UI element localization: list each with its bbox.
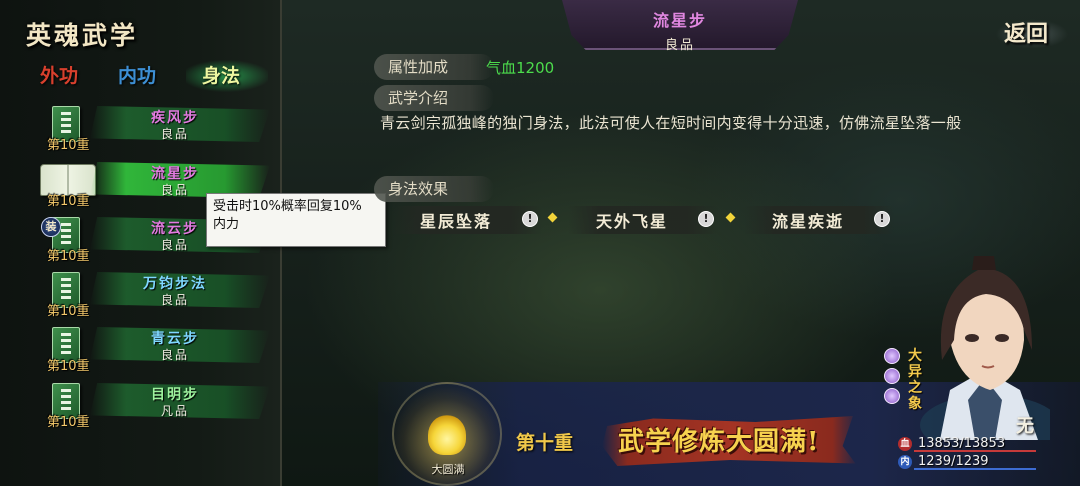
tab-neigong[interactable]: 内功: [118, 60, 156, 92]
skill-detail-title: 流星步: [652, 11, 707, 30]
skill-level: 第10重: [47, 138, 90, 153]
flame-icon: [428, 415, 466, 455]
effect-name: 星辰坠落: [419, 212, 492, 231]
skill-item-qingyunbu[interactable]: 第10重 青云步 良品: [40, 325, 270, 375]
tooltip-line-2: 内力: [213, 217, 240, 232]
effect-name: 流星疾逝: [771, 212, 844, 231]
tooltip-line-1: 受击时10%概率回复10%: [213, 199, 362, 214]
mp-bar: [914, 468, 1036, 470]
skill-item-jifengbu[interactable]: 第10重 疾风步 良品: [40, 104, 270, 154]
skill-level: 第10重: [47, 359, 90, 374]
skill-grade: 良品: [160, 293, 189, 307]
hp-icon: 血: [898, 437, 912, 451]
skill-name: 青云步: [151, 331, 199, 347]
tier-text: 第十重: [516, 432, 574, 454]
attr-section-label: 属性加成: [374, 54, 494, 80]
attr-value: 气血1200: [486, 59, 555, 77]
skill-name: 万钧步法: [143, 276, 207, 292]
skill-name: 疾风步: [151, 110, 199, 126]
tab-waigong[interactable]: 外功: [40, 60, 78, 92]
skill-name: 流星步: [151, 166, 199, 182]
buff-icon[interactable]: [884, 388, 900, 404]
skill-tabs: 外功 内功 身法: [18, 60, 268, 92]
skill-level: 第10重: [47, 304, 90, 319]
skill-grade: 良品: [160, 348, 189, 362]
info-icon[interactable]: !: [522, 211, 538, 227]
skill-name: 目明步: [151, 387, 199, 403]
effect-name: 天外飞星: [595, 212, 668, 231]
intro-section-label: 武学介绍: [374, 85, 494, 111]
info-icon[interactable]: !: [874, 211, 890, 227]
effect-liuxingjishi[interactable]: 流星疾逝 !: [744, 206, 894, 234]
mp-icon: 内: [898, 455, 912, 469]
mastery-complete-text: 武学修炼大圆满!: [618, 427, 820, 457]
effect-xingchenzhuiluo[interactable]: 星辰坠落 !: [392, 206, 542, 234]
character-name: 无: [1016, 416, 1034, 437]
tab-shenfa[interactable]: 身法: [186, 60, 268, 92]
info-icon[interactable]: !: [698, 211, 714, 227]
skill-level: 第10重: [47, 194, 90, 209]
buff-icon[interactable]: [884, 348, 900, 364]
skill-grade: 凡品: [160, 404, 189, 418]
skill-level: 第10重: [47, 415, 90, 430]
panel-title: 英魂武学: [26, 21, 139, 50]
skill-item-wanjunbufa[interactable]: 第10重 万钧步法 良品: [40, 270, 270, 320]
skill-level: 第10重: [47, 249, 90, 264]
return-label: 返回: [1004, 21, 1049, 47]
hp-stat: 血 13853/13853: [898, 436, 1038, 452]
effect-tooltip: 受击时10%概率回复10% 内力: [206, 193, 386, 247]
intro-text: 青云剑宗孤独峰的独门身法，此法可使人在短时间内变得十分迅速，仿佛流星坠落一般: [380, 114, 962, 132]
effect-tianwaifeixing[interactable]: 天外飞星 !: [568, 206, 718, 234]
mastery-orb-label: 大圆满: [431, 463, 465, 476]
character-title: 大异之象: [908, 348, 922, 412]
hp-value: 13853/13853: [918, 436, 1006, 451]
skill-item-mumingbu[interactable]: 第10重 目明步 凡品: [40, 381, 270, 431]
equipped-badge: 装: [41, 217, 61, 237]
effects-section-label: 身法效果: [374, 176, 494, 202]
mp-stat: 内 1239/1239: [898, 454, 1038, 470]
skill-grade: 良品: [160, 127, 189, 141]
skill-detail-grade: 良品: [664, 38, 695, 53]
hp-bar: [914, 450, 1036, 452]
mp-value: 1239/1239: [918, 454, 989, 469]
buff-icons: [884, 348, 902, 408]
return-button[interactable]: 返回: [992, 10, 1074, 50]
buff-icon[interactable]: [884, 368, 900, 384]
